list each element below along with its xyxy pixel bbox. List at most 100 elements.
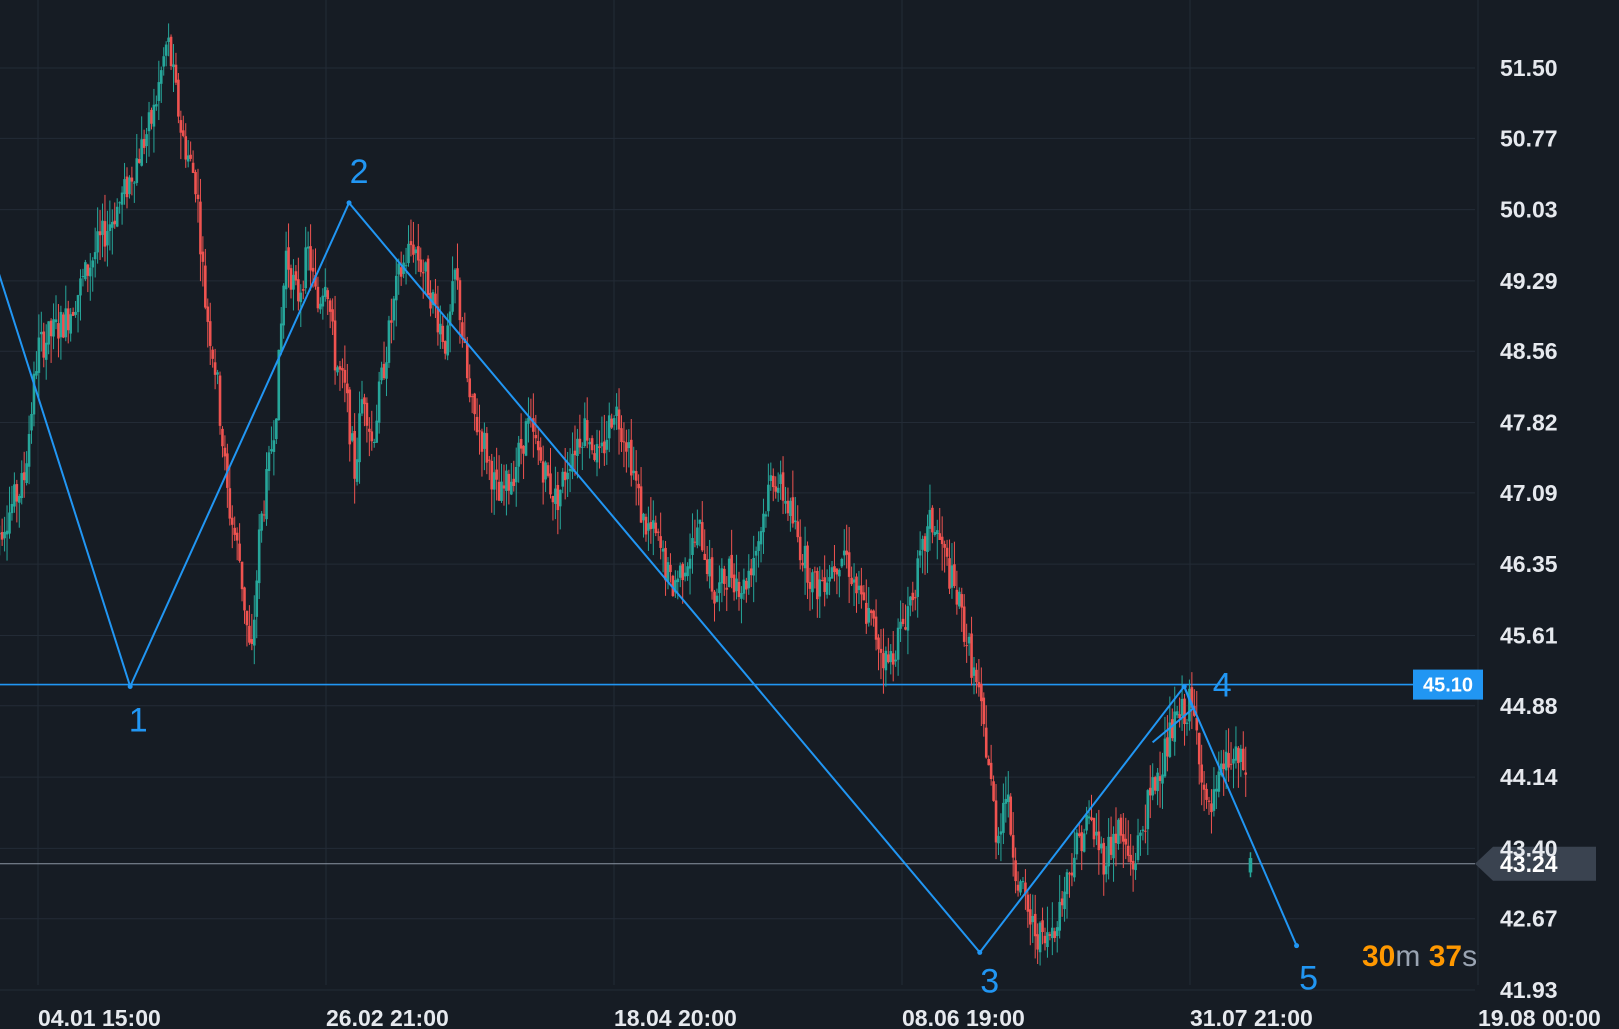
candle-body [1185, 722, 1189, 725]
candle-body [475, 416, 479, 433]
candle-body [66, 308, 70, 331]
elliott-wave-point[interactable] [1294, 943, 1300, 949]
candle-body [762, 513, 765, 533]
candle-body [713, 591, 716, 604]
candle-body [216, 372, 219, 375]
candle-body [838, 569, 841, 577]
candle-body [771, 475, 775, 488]
candle-body [426, 258, 430, 296]
candle-body [167, 37, 170, 43]
candle-body [583, 418, 587, 447]
candle-body [385, 362, 388, 379]
candle-body [1124, 838, 1128, 845]
candle-body [1158, 776, 1162, 781]
candle-body [98, 231, 102, 236]
candle-body [666, 562, 670, 582]
candle-body [715, 595, 719, 602]
candle-body [421, 272, 425, 274]
candle-body [970, 633, 973, 678]
candle-body [617, 409, 621, 430]
candle-body [517, 442, 520, 467]
candle-body [541, 461, 545, 483]
candle-body [828, 577, 831, 582]
candle-body [686, 566, 689, 577]
candle-body [742, 579, 746, 594]
candle-body [1092, 817, 1096, 840]
candle-body [84, 262, 87, 280]
candle-body [872, 610, 875, 619]
elliott-wave-point[interactable] [977, 949, 983, 955]
candle-body [319, 303, 322, 310]
candle-body [566, 472, 569, 480]
candle-body [81, 276, 85, 278]
elliott-wave-point[interactable] [1181, 684, 1187, 690]
candle-body [49, 320, 53, 337]
candle-body [955, 589, 959, 605]
candle-body [1178, 714, 1181, 719]
candle-body [928, 509, 932, 529]
candle-body [522, 445, 525, 454]
candle-body [96, 231, 99, 253]
candle-body [289, 268, 293, 290]
candle-body [294, 271, 298, 281]
candle-body [377, 381, 381, 423]
candle-body [5, 530, 9, 535]
candle-body [316, 286, 320, 309]
candle-body [409, 241, 413, 246]
candle-body [88, 267, 92, 277]
time-tick-label: 26.02 21:00 [326, 1005, 449, 1029]
candle-body [52, 319, 55, 337]
candle-body [1031, 916, 1035, 923]
candle-body [162, 56, 166, 67]
candle-body [394, 275, 398, 301]
countdown-seconds-unit: s [1462, 940, 1478, 973]
candle-body [935, 530, 939, 535]
candle-body [943, 543, 946, 548]
candle-body [390, 320, 393, 323]
candle-body [901, 618, 905, 624]
candle-body [1175, 711, 1179, 716]
candle-body [500, 481, 503, 501]
price-chart-svg[interactable]: 45.1043.24 12345 51.5050.7750.0349.2948.… [0, 0, 1619, 1029]
candle-body [240, 561, 244, 590]
candle-body [975, 669, 978, 683]
elliott-wave-point[interactable] [127, 684, 133, 690]
candle-body [1033, 913, 1037, 937]
candle-body [181, 130, 185, 136]
candle-body [243, 587, 246, 611]
candle-body [683, 572, 687, 577]
candle-body [1026, 894, 1030, 912]
candle-body [612, 418, 616, 425]
candle-body [994, 800, 998, 843]
candle-body [497, 481, 501, 501]
candle-body [962, 606, 966, 642]
candle-body [204, 265, 207, 308]
candle-body [133, 182, 136, 184]
candle-body [480, 431, 484, 452]
candle-body [634, 471, 638, 481]
elliott-wave-point[interactable] [346, 200, 352, 206]
candle-body [419, 259, 423, 273]
price-chart[interactable]: 45.10 43.24 12345 51.50 50.77 50.03 49.29 48.… [0, 0, 1619, 1029]
candle-body [355, 459, 359, 482]
candle-body [375, 420, 378, 443]
candle-body [1163, 738, 1167, 777]
candle-body [292, 274, 295, 290]
candle-body [1104, 865, 1108, 875]
candle-body [652, 520, 655, 529]
candle-body [816, 570, 819, 600]
candle-body [524, 421, 528, 456]
candle-body [115, 206, 119, 227]
candle-body [1210, 803, 1213, 813]
candle-body [443, 341, 447, 354]
candle-body [874, 616, 878, 640]
candle-body [186, 155, 190, 162]
candle-body [1170, 719, 1174, 739]
candle-body [786, 500, 790, 514]
candle-body [17, 496, 21, 503]
candle-body [723, 568, 726, 584]
candle-body [1144, 830, 1147, 832]
candle-body [1122, 834, 1125, 842]
candle-body [284, 250, 288, 290]
candle-body [982, 697, 986, 725]
